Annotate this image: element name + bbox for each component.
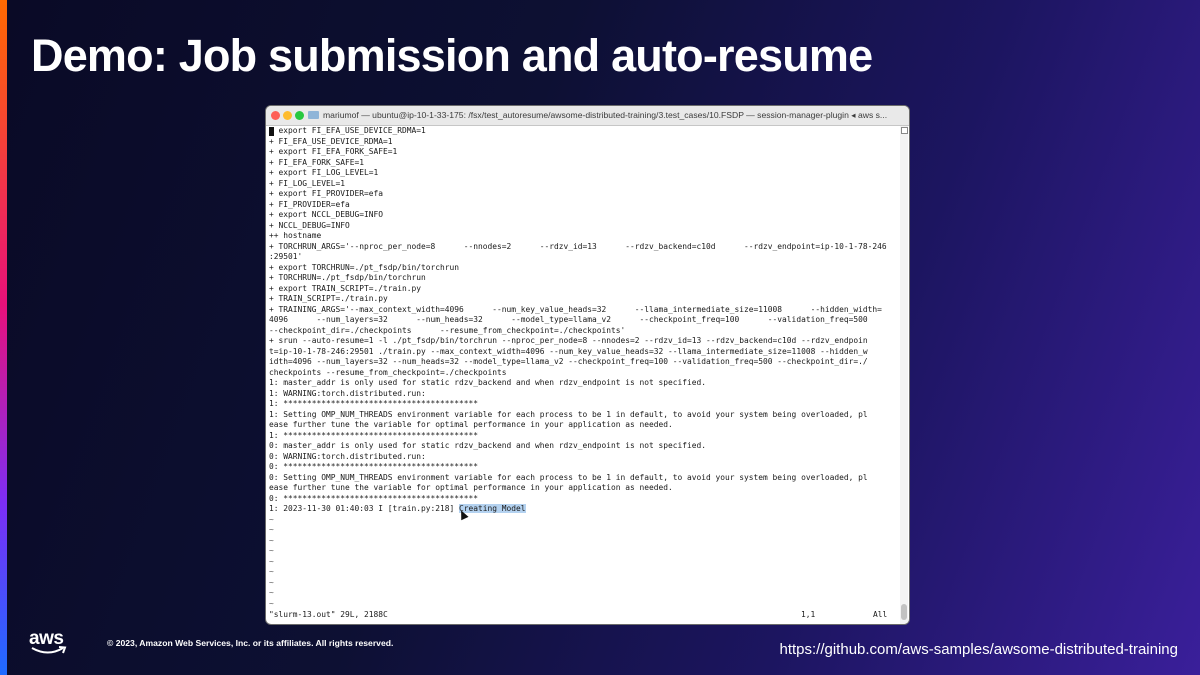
terminal-line: t=ip-10-1-78-246:29501 ./train.py --max_… — [269, 346, 868, 356]
accent-bar — [0, 0, 7, 675]
terminal-line: + export FI_PROVIDER=efa — [269, 189, 384, 198]
terminal-line: + export FI_EFA_FORK_SAFE=1 — [269, 147, 398, 156]
terminal-line-last: 1: 2023-11-30 01:40:03 I [train.py:218] … — [269, 504, 899, 515]
empty-line-marker: ~ — [269, 588, 274, 597]
scrollbar-thumb[interactable] — [901, 604, 907, 620]
status-cursor-position: 1,1 — [801, 610, 816, 619]
aws-smile-icon — [31, 646, 67, 654]
empty-line-marker: ~ — [269, 556, 274, 566]
repo-url-link[interactable]: https://github.com/aws-samples/awsome-di… — [779, 641, 1178, 658]
empty-line-marker: ~ — [269, 598, 274, 608]
empty-buffer-lines: ~ ~ ~ ~ ~ ~ ~ ~ ~ — [269, 515, 899, 610]
scroll-top-box — [901, 127, 908, 134]
terminal-line: + export TRAIN_SCRIPT=./train.py — [269, 283, 422, 293]
terminal-line: + TRAINING_ARGS='--max_context_width=409… — [269, 304, 882, 314]
terminal-line: + export NCCL_DEBUG=INFO — [269, 210, 384, 219]
terminal-line: checkpoints --resume_from_checkpoint=./c… — [269, 367, 507, 377]
terminal-line: 0: WARNING:torch.distributed.run: — [269, 451, 426, 461]
terminal-line: + FI_EFA_USE_DEVICE_RDMA=1 — [269, 136, 393, 146]
terminal-line: idth=4096 --num_layers=32 --num_heads=32… — [269, 357, 868, 366]
terminal-line: export FI_EFA_USE_DEVICE_RDMA=1 — [269, 126, 426, 136]
terminal-line: + export FI_LOG_LEVEL=1 — [269, 168, 379, 177]
terminal-line: + export TORCHRUN=./pt_fsdp/bin/torchrun — [269, 262, 460, 272]
empty-line-marker: ~ — [269, 577, 274, 587]
terminal-line: + TORCHRUN=./pt_fsdp/bin/torchrun — [269, 273, 426, 282]
terminal-line: ease further tune the variable for optim… — [269, 420, 673, 429]
terminal-line: 1: Setting OMP_NUM_THREADS environment v… — [269, 409, 868, 419]
terminal-line: 1: *************************************… — [269, 399, 479, 408]
close-window-button[interactable] — [271, 111, 280, 120]
terminal-lines: export FI_EFA_USE_DEVICE_RDMA=1 + FI_EFA_… — [269, 126, 899, 504]
status-file-info: "slurm-13.out" 29L, 2188C — [269, 610, 388, 619]
status-scroll-percent: All — [873, 610, 888, 619]
terminal-line: + TRAIN_SCRIPT=./train.py — [269, 294, 388, 303]
folder-icon — [308, 111, 319, 119]
aws-logo: aws — [29, 628, 69, 658]
empty-line-marker: ~ — [269, 525, 274, 534]
terminal-line: :29501' — [269, 252, 303, 261]
minimize-window-button[interactable] — [283, 111, 292, 120]
selected-text[interactable]: Creating Model — [459, 504, 526, 513]
terminal-line: ++ hostname — [269, 231, 322, 240]
text-cursor — [269, 127, 274, 136]
terminal-line: + FI_PROVIDER=efa — [269, 199, 350, 209]
terminal-line: 0: *************************************… — [269, 493, 479, 503]
copyright-notice: © 2023, Amazon Web Services, Inc. or its… — [107, 638, 394, 648]
terminal-line: 0: Setting OMP_NUM_THREADS environment v… — [269, 472, 868, 482]
terminal-line: 1: WARNING:torch.distributed.run: — [269, 388, 426, 398]
slide-title: Demo: Job submission and auto-resume — [31, 30, 873, 81]
empty-line-marker: ~ — [269, 567, 274, 576]
empty-line-marker: ~ — [269, 546, 274, 555]
terminal-line: 4096 --num_layers=32 --num_heads=32 --mo… — [269, 315, 868, 324]
terminal-line: ease further tune the variable for optim… — [269, 483, 673, 492]
zoom-window-button[interactable] — [295, 111, 304, 120]
terminal-line: + TORCHRUN_ARGS='--nproc_per_node=8 --nn… — [269, 241, 887, 251]
terminal-line: + srun --auto-resume=1 -l ./pt_fsdp/bin/… — [269, 336, 868, 345]
terminal-line: 1: *************************************… — [269, 430, 479, 440]
terminal-line: 0: *************************************… — [269, 462, 479, 471]
terminal-line: 1: master_addr is only used for static r… — [269, 378, 707, 387]
vim-status-line: "slurm-13.out" 29L, 2188C 1,1 All — [269, 610, 897, 621]
terminal-line: + FI_LOG_LEVEL=1 — [269, 178, 346, 188]
window-title: mariumof — ubuntu@ip-10-1-33-175: /fsx/t… — [323, 110, 888, 120]
log-prefix: 1: 2023-11-30 01:40:03 I [train.py:218] — [269, 504, 460, 513]
terminal-line: + FI_EFA_FORK_SAFE=1 — [269, 157, 365, 167]
terminal-line: --checkpoint_dir=./checkpoints --resume_… — [269, 325, 626, 335]
terminal-window[interactable]: mariumof — ubuntu@ip-10-1-33-175: /fsx/t… — [266, 106, 909, 624]
terminal-line: 0: master_addr is only used for static r… — [269, 441, 707, 450]
scrollbar[interactable] — [900, 126, 908, 624]
empty-line-marker: ~ — [269, 535, 274, 545]
window-titlebar[interactable]: mariumof — ubuntu@ip-10-1-33-175: /fsx/t… — [266, 106, 909, 126]
empty-line-marker: ~ — [269, 514, 274, 524]
terminal-output[interactable]: export FI_EFA_USE_DEVICE_RDMA=1 + FI_EFA_… — [269, 126, 899, 624]
terminal-line: + NCCL_DEBUG=INFO — [269, 220, 350, 230]
